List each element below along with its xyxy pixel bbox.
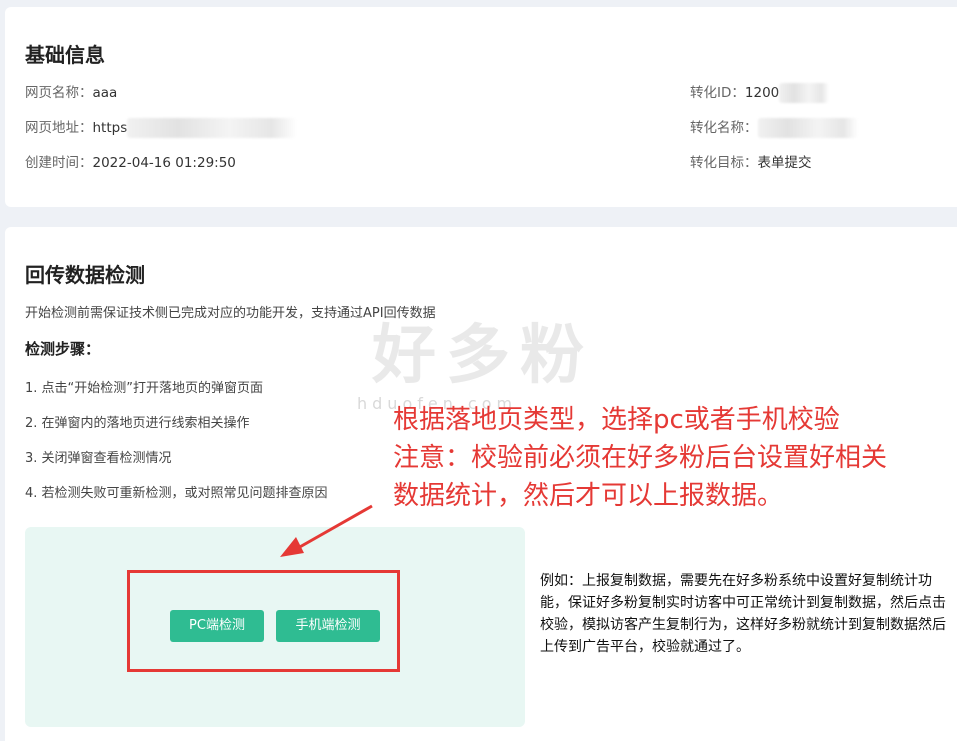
created-time-row: 创建时间：2022-04-16 01:29:50 (25, 151, 236, 171)
step-item: 4. 若检测失败可重新检测，或对照常见问题排查原因 (25, 486, 328, 501)
created-time-value: 2022-04-16 01:29:50 (92, 155, 236, 171)
redacted-url (127, 118, 298, 138)
annotation-line: 注意：校验前必须在好多粉后台设置好相关 (393, 443, 888, 473)
conversion-id-label: 转化ID： (690, 85, 745, 101)
redacted-conversion-id (779, 83, 830, 103)
step-item: 3. 关闭弹窗查看检测情况 (25, 451, 172, 466)
mobile-check-button[interactable]: 手机端检测 (276, 610, 380, 642)
conversion-id-row: 转化ID：1200 (690, 81, 830, 103)
conversion-goal-value: 表单提交 (757, 155, 812, 171)
basic-info-card: 基础信息 网页名称：aaa 网页地址：https 创建时间：2022-04-16… (5, 7, 957, 207)
data-check-description: 开始检测前需保证技术侧已完成对应的功能开发，支持通过API回传数据 (25, 306, 436, 321)
page-url-label: 网页地址： (25, 120, 93, 136)
page-name-value: aaa (92, 85, 118, 101)
annotation-note: 根据落地页类型，选择pc或者手机校验 注意：校验前必须在好多粉后台设置好相关 数… (393, 401, 887, 515)
page-url-value: https (92, 120, 128, 136)
conversion-name-row: 转化名称： (690, 116, 858, 138)
basic-info-title: 基础信息 (25, 43, 105, 67)
data-check-card: 回传数据检测 开始检测前需保证技术侧已完成对应的功能开发，支持通过API回传数据… (5, 227, 957, 741)
data-check-title: 回传数据检测 (25, 263, 145, 287)
example-note: 例如：上报复制数据，需要先在好多粉系统中设置好复制统计功能，保证好多粉复制实时访… (540, 573, 946, 655)
conversion-goal-row: 转化目标：表单提交 (690, 151, 812, 171)
redacted-conversion-name (757, 118, 858, 138)
conversion-goal-label: 转化目标： (690, 155, 758, 171)
created-time-label: 创建时间： (25, 155, 93, 171)
page-name-label: 网页名称： (25, 85, 93, 101)
conversion-name-label: 转化名称： (690, 120, 758, 136)
annotation-line: 根据落地页类型，选择pc或者手机校验 (393, 405, 840, 435)
page-url-row: 网页地址：https (25, 116, 298, 138)
pc-check-button[interactable]: PC端检测 (170, 610, 264, 642)
step-item: 1. 点击“开始检测”打开落地页的弹窗页面 (25, 381, 264, 396)
conversion-id-value: 1200 (744, 85, 780, 101)
page-name-row: 网页名称：aaa (25, 81, 117, 101)
annotation-line: 数据统计，然后才可以上报数据。 (393, 481, 784, 511)
steps-title: 检测步骤： (25, 340, 101, 358)
step-item: 2. 在弹窗内的落地页进行线索相关操作 (25, 416, 250, 431)
